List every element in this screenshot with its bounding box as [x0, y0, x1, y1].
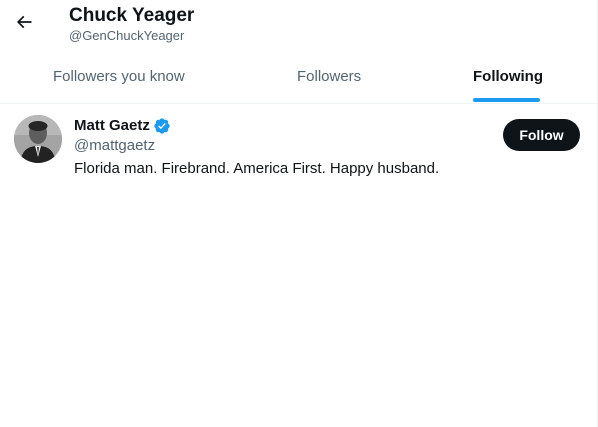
page-title: Chuck Yeager	[69, 5, 195, 26]
page-subtitle: @GenChuckYeager	[69, 28, 185, 43]
tab-label: Followers you know	[53, 68, 185, 85]
tab-followers-you-know[interactable]: Followers you know	[0, 53, 240, 103]
page-header: Chuck Yeager @GenChuckYeager	[0, 0, 597, 50]
tab-followers[interactable]: Followers	[240, 53, 420, 103]
user-cell[interactable]: Matt Gaetz @mattgaetz Florida man. Fireb…	[0, 104, 597, 188]
title-block: Chuck Yeager @GenChuckYeager	[69, 4, 194, 44]
tab-label: Followers	[297, 68, 362, 85]
user-name[interactable]: Matt Gaetz	[74, 116, 150, 136]
user-handle[interactable]: @mattgaetz	[74, 136, 155, 156]
user-name-line: Matt Gaetz	[74, 116, 171, 136]
verified-badge-icon	[153, 117, 171, 135]
tab-following[interactable]: Following	[420, 53, 597, 103]
user-bio: Florida man. Firebrand. America First. H…	[74, 160, 440, 177]
back-button[interactable]	[8, 6, 40, 38]
tab-bar: Followers you know Followers Following	[0, 53, 597, 104]
follow-button[interactable]: Follow	[503, 119, 580, 151]
avatar[interactable]	[14, 115, 62, 163]
active-tab-indicator	[473, 98, 540, 102]
arrow-left-icon	[14, 12, 34, 32]
tab-label: Following	[473, 68, 543, 85]
